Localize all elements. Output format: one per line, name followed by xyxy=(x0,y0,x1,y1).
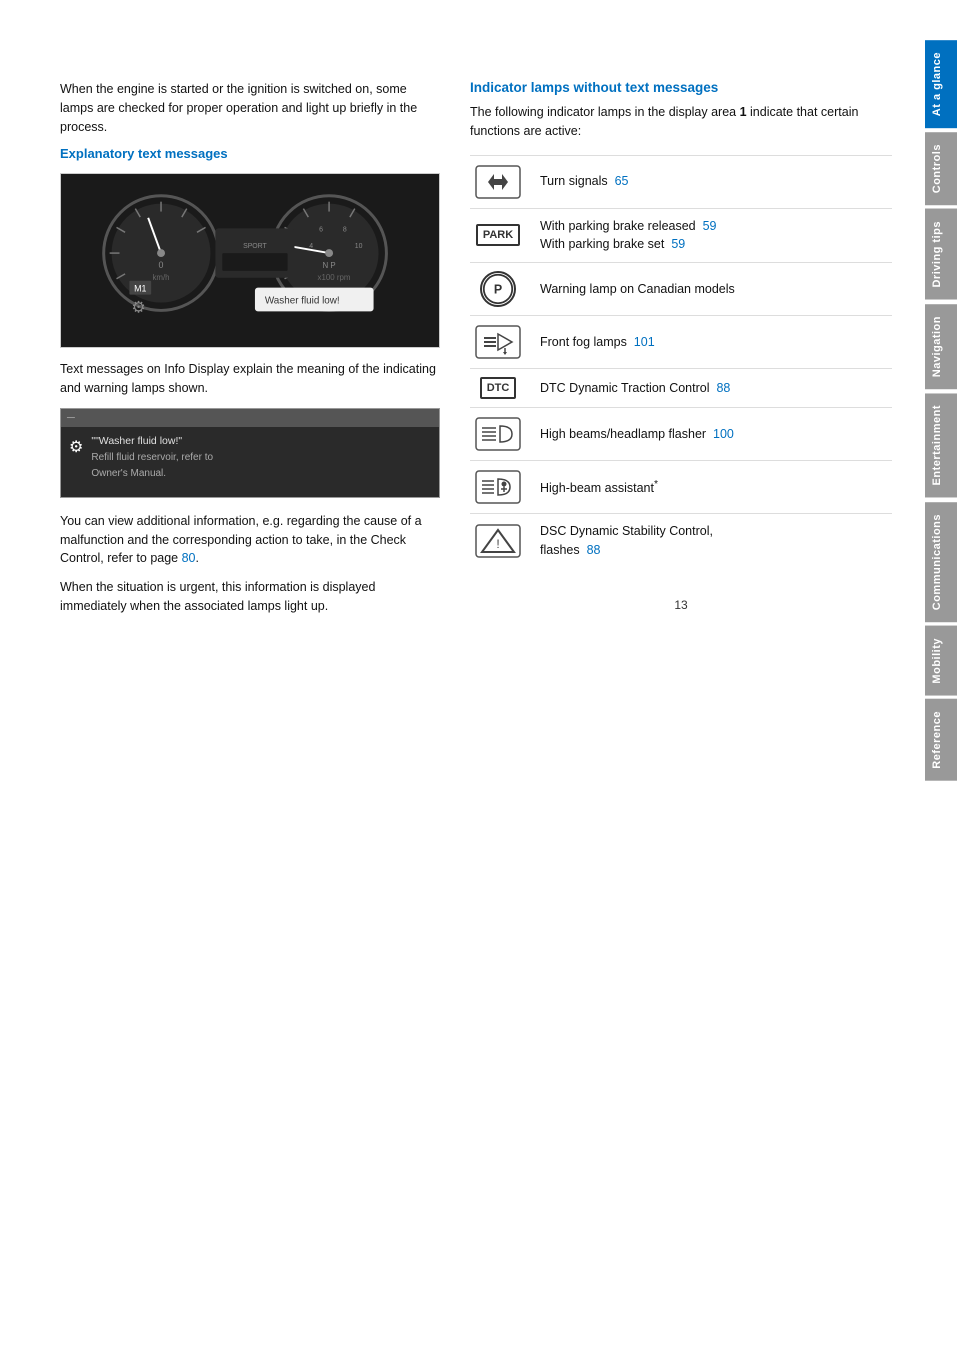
info-line3: Owner's Manual. xyxy=(91,466,213,482)
page-number: 13 xyxy=(470,598,892,612)
sidebar-tab-navigation[interactable]: Navigation xyxy=(925,304,957,389)
park-text: With parking brake released 59 With park… xyxy=(540,217,892,255)
dashboard-image: 0 km/h M1 ⚙ xyxy=(60,173,440,348)
info-line2: Refill fluid reservoir, refer to xyxy=(91,450,213,466)
fog-icon-cell xyxy=(470,324,526,360)
park-icon-cell: PARK xyxy=(470,224,526,246)
dsc-ref[interactable]: 88 xyxy=(587,543,601,557)
indicator-section-title: Indicator lamps without text messages xyxy=(470,80,892,95)
indicator-row-circle-p: P Warning lamp on Canadian models xyxy=(470,262,892,315)
svg-text:!: ! xyxy=(496,537,499,551)
sidebar-tab-reference[interactable]: Reference xyxy=(925,699,957,781)
indicator-row-dtc: DTC DTC Dynamic Traction Control 88 xyxy=(470,368,892,407)
sidebar-tab-driving-tips[interactable]: Driving tips xyxy=(925,209,957,300)
turn-signal-text: Turn signals 65 xyxy=(540,172,892,191)
info-display-box: ─ ⚙ ""Washer fluid low!" Refill fluid re… xyxy=(60,408,440,498)
indicator-row-fog: Front fog lamps 101 xyxy=(470,315,892,368)
svg-text:M1: M1 xyxy=(134,284,146,294)
turn-signal-icon-cell xyxy=(470,164,526,200)
indicator-row-highbeam-assist: High-beam assistant* xyxy=(470,460,892,513)
park-ref2[interactable]: 59 xyxy=(671,237,685,251)
svg-text:10: 10 xyxy=(355,243,363,250)
svg-text:8: 8 xyxy=(343,227,347,234)
svg-text:SPORT: SPORT xyxy=(243,243,267,250)
dashboard-caption: Text messages on Info Display explain th… xyxy=(60,360,440,398)
indicator-row-turn-signal: Turn signals 65 xyxy=(470,155,892,208)
svg-text:0: 0 xyxy=(159,260,164,270)
highbeam-text: High beams/headlamp flasher 100 xyxy=(540,425,892,444)
sidebar-tab-communications[interactable]: Communications xyxy=(925,502,957,622)
svg-text:P: P xyxy=(494,282,502,296)
svg-text:x100 rpm: x100 rpm xyxy=(318,273,351,282)
info-box-content: ⚙ ""Washer fluid low!" Refill fluid rese… xyxy=(61,427,439,488)
svg-text:Washer fluid low!: Washer fluid low! xyxy=(265,296,340,307)
intro-paragraph: When the engine is started or the igniti… xyxy=(60,80,440,136)
dtc-ref[interactable]: 88 xyxy=(716,381,730,395)
page-ref-80[interactable]: 80 xyxy=(182,551,196,565)
info-line1: ""Washer fluid low!" xyxy=(91,433,213,450)
indicator-row-highbeam: High beams/headlamp flasher 100 xyxy=(470,407,892,460)
svg-text:N P: N P xyxy=(323,261,336,270)
svg-text:km/h: km/h xyxy=(152,273,169,282)
wrench-icon: ⚙ xyxy=(69,435,83,461)
highbeam-assist-text: High-beam assistant* xyxy=(540,477,892,498)
svg-text:⚙: ⚙ xyxy=(131,300,145,317)
highbeam-ref[interactable]: 100 xyxy=(713,427,734,441)
indicator-row-park: PARK With parking brake released 59 With… xyxy=(470,208,892,263)
highbeam-icon-cell xyxy=(470,416,526,452)
sidebar-tab-mobility[interactable]: Mobility xyxy=(925,626,957,696)
indicator-intro: The following indicator lamps in the dis… xyxy=(470,103,892,141)
right-column: Indicator lamps without text messages Th… xyxy=(470,80,892,1298)
circle-p-icon-cell: P xyxy=(470,271,526,307)
turn-signal-ref[interactable]: 65 xyxy=(615,174,629,188)
dtc-text: DTC Dynamic Traction Control 88 xyxy=(540,379,892,398)
sidebar-tab-entertainment[interactable]: Entertainment xyxy=(925,393,957,497)
circle-p-text: Warning lamp on Canadian models xyxy=(540,280,892,299)
para3: When the situation is urgent, this infor… xyxy=(60,578,440,616)
park-icon: PARK xyxy=(476,224,520,246)
highbeam-assist-icon-cell xyxy=(470,469,526,505)
explanatory-heading: Explanatory text messages xyxy=(60,146,440,161)
fog-text: Front fog lamps 101 xyxy=(540,333,892,352)
circle-p-icon: P xyxy=(480,271,516,307)
dsc-text: DSC Dynamic Stability Control, flashes 8… xyxy=(540,522,892,560)
dtc-icon-cell: DTC xyxy=(470,377,526,399)
dsc-icon-cell: ! xyxy=(470,523,526,559)
para2: You can view additional information, e.g… xyxy=(60,512,440,568)
sidebar-tab-controls[interactable]: Controls xyxy=(925,132,957,205)
info-box-header: ─ xyxy=(61,409,439,427)
sidebar-tab-at-a-glance[interactable]: At a glance xyxy=(925,40,957,128)
park-ref1[interactable]: 59 xyxy=(703,219,717,233)
sidebar: At a glance Controls Driving tips Naviga… xyxy=(922,0,960,1358)
svg-text:6: 6 xyxy=(319,227,323,234)
info-header-icon: ─ xyxy=(67,412,75,424)
indicator-row-dsc: ! DSC Dynamic Stability Control, flashes… xyxy=(470,513,892,568)
dtc-icon: DTC xyxy=(480,377,517,399)
left-column: When the engine is started or the igniti… xyxy=(60,80,440,1298)
fog-ref[interactable]: 101 xyxy=(634,335,655,349)
